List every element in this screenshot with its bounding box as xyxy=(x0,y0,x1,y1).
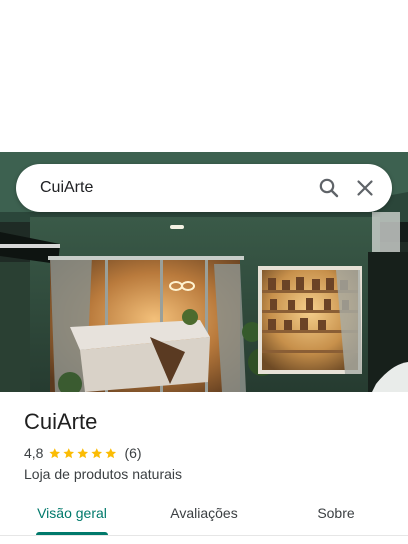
place-category[interactable]: Loja de produtos naturais xyxy=(24,465,182,483)
rating-row[interactable]: 4,8 (6) xyxy=(24,444,142,462)
star-icon xyxy=(105,447,117,458)
tabs-divider xyxy=(0,535,408,536)
star-icon xyxy=(77,447,89,458)
close-icon[interactable] xyxy=(353,176,377,200)
place-tabs: Visão geral Avaliações Sobre xyxy=(0,494,408,536)
star-icon xyxy=(63,447,75,458)
place-title: CuiArte xyxy=(24,409,98,434)
search-icon[interactable] xyxy=(317,176,341,200)
star-rating xyxy=(48,447,118,460)
star-icon xyxy=(91,447,103,458)
tab-about[interactable]: Sobre xyxy=(280,494,392,534)
star-icon xyxy=(49,447,61,458)
map-header-blank xyxy=(0,0,408,152)
tab-reviews[interactable]: Avaliações xyxy=(148,494,260,534)
search-bar[interactable] xyxy=(16,164,392,212)
tab-overview[interactable]: Visão geral xyxy=(16,494,128,534)
review-count[interactable]: (6) xyxy=(124,445,141,461)
search-input[interactable] xyxy=(40,173,280,203)
rating-value: 4,8 xyxy=(24,445,44,461)
